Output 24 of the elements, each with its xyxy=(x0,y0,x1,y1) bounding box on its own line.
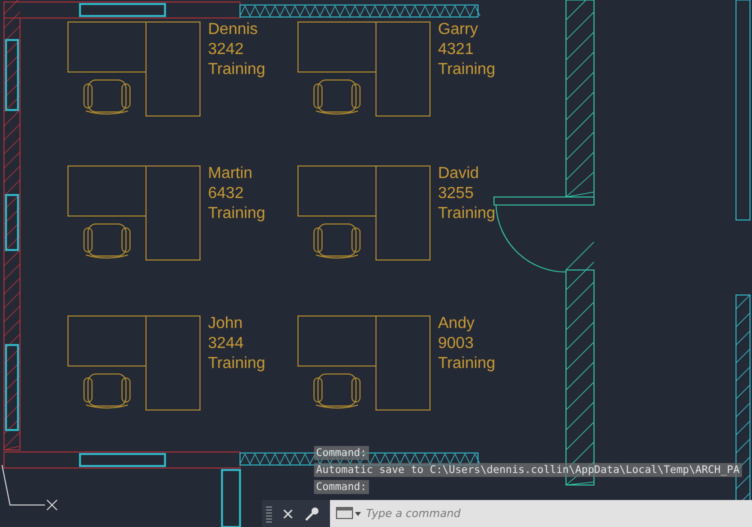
door-swing-drawing xyxy=(496,204,566,272)
desk-extension: 3255 xyxy=(438,184,475,204)
desk-name: Dennis xyxy=(208,20,259,40)
ucs-axis-icon xyxy=(2,464,58,510)
command-input-field[interactable]: Type a command xyxy=(330,500,752,527)
desk-extension: 9003 xyxy=(438,334,475,354)
desk-name: Andy xyxy=(438,314,476,334)
wrench-icon[interactable] xyxy=(304,506,320,522)
desk-department: Training xyxy=(438,354,496,374)
desk-extension: 4321 xyxy=(438,40,475,60)
desk-department: Training xyxy=(208,354,266,374)
desk-department: Training xyxy=(208,60,266,80)
desk-extension: 3244 xyxy=(208,334,245,354)
desk-extension: 6432 xyxy=(208,184,245,204)
desk-name: John xyxy=(208,314,244,334)
desk-name: Martin xyxy=(208,164,254,184)
desk-name: Garry xyxy=(438,20,479,40)
grip-icon xyxy=(266,504,272,522)
desk-name: David xyxy=(438,164,480,184)
desk-extension: 3242 xyxy=(208,40,245,60)
desk-department: Training xyxy=(208,204,266,224)
close-icon[interactable] xyxy=(282,508,294,520)
desk-department: Training xyxy=(438,60,496,80)
desk-department: Training xyxy=(438,204,496,224)
